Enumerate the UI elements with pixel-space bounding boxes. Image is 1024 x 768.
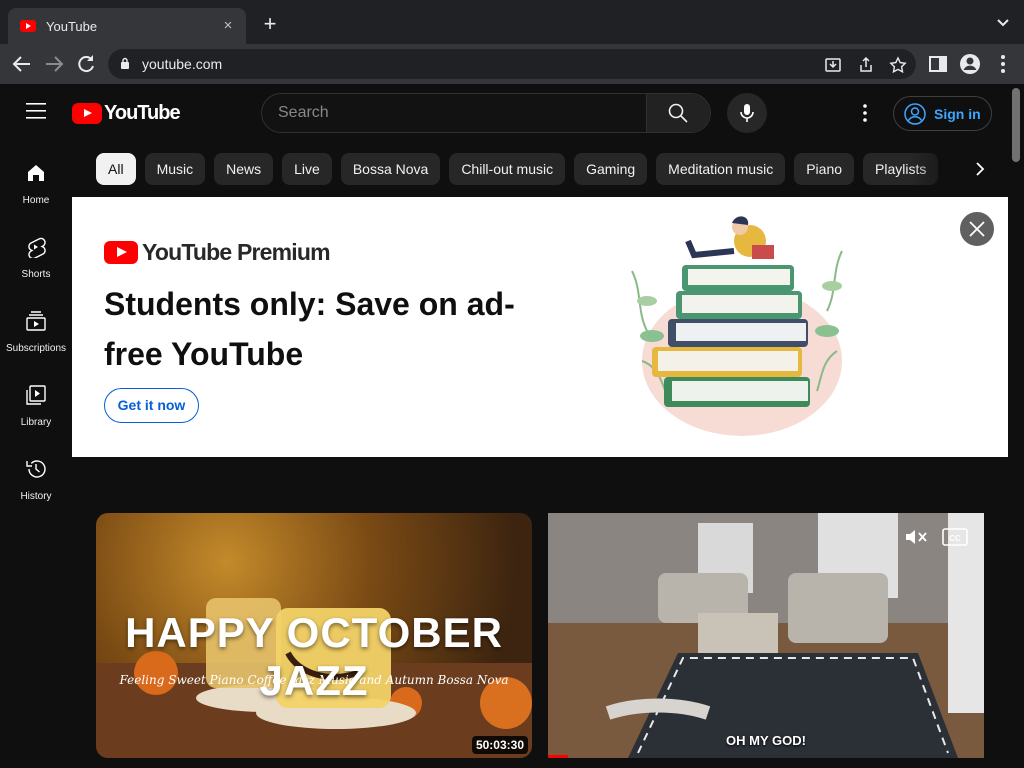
youtube-header: YouTube Search Sign in [0, 85, 1024, 141]
category-chips-bar: All Music News Live Bossa Nova Chill-out musi… [96, 153, 1000, 185]
lock-icon[interactable] [120, 57, 130, 70]
back-arrow-icon[interactable] [10, 52, 34, 76]
search-box[interactable]: Search [261, 93, 711, 133]
install-app-icon[interactable] [824, 56, 842, 74]
video-preview-player[interactable]: CC OH MY GOD! [548, 513, 984, 758]
logo-text: YouTube [104, 101, 181, 124]
voice-search-button[interactable] [727, 93, 767, 133]
search-input[interactable]: Search [262, 94, 646, 132]
browser-tab[interactable]: YouTube × [8, 8, 246, 44]
close-promo-button[interactable] [959, 211, 995, 247]
chip-live[interactable]: Live [282, 153, 332, 185]
address-bar[interactable]: youtube.com [108, 49, 916, 79]
chip-news[interactable]: News [214, 153, 274, 185]
books-reader-illustration [631, 216, 843, 436]
sidebar-item-label: Shorts [21, 269, 51, 280]
video-overlay-title: HAPPY OCTOBER JAZZ [125, 609, 503, 704]
chips-fade-overlay [910, 153, 970, 185]
video-duration-badge: 50:03:30 [471, 736, 528, 754]
chip-meditation-music[interactable]: Meditation music [656, 153, 786, 185]
svg-text:CC: CC [949, 534, 961, 543]
home-icon [28, 165, 44, 181]
close-icon [969, 221, 985, 237]
shorts-icon [28, 237, 46, 260]
sidebar-item-label: Library [20, 417, 52, 428]
video-thumbnail[interactable]: HAPPY OCTOBER JAZZ Feeling Sweet Piano C… [96, 513, 532, 758]
youtube-play-logo-icon [72, 102, 102, 124]
browser-menu-icon[interactable] [991, 52, 1015, 76]
profile-icon[interactable] [958, 52, 982, 76]
browser-tab-bar: YouTube × + [0, 0, 1024, 44]
video-overlay-subtitle: Feeling Sweet Piano Coffee Jazz Music an… [119, 673, 509, 687]
promo-headline: Students only: Save on ad-free YouTube [104, 286, 515, 372]
tab-title: YouTube [46, 18, 98, 34]
microphone-icon [740, 104, 754, 122]
sidebar-item-label: Subscriptions [5, 343, 67, 354]
search-button[interactable] [646, 94, 710, 132]
side-panel-icon[interactable] [926, 52, 950, 76]
video-caption: OH MY GOD! [726, 733, 806, 748]
chip-music[interactable]: Music [144, 153, 206, 185]
page-scrollbar[interactable] [1012, 88, 1020, 162]
account-circle-icon [904, 102, 926, 125]
get-it-now-button[interactable]: Get it now [104, 388, 199, 423]
sidebar-item-subscriptions[interactable]: Subscriptions [0, 294, 72, 368]
bookmark-star-icon[interactable] [889, 56, 907, 74]
chip-gaming[interactable]: Gaming [574, 153, 648, 185]
settings-more-icon[interactable] [855, 103, 875, 123]
youtube-favicon-icon [20, 20, 36, 32]
premium-brand-text: YouTube Premium [142, 239, 331, 265]
sign-in-label: Sign in [934, 105, 981, 122]
sidebar-item-label: Home [22, 195, 50, 206]
tab-close-icon[interactable]: × [218, 16, 238, 36]
chip-bossa-nova[interactable]: Bossa Nova [340, 153, 441, 185]
hamburger-menu-icon[interactable] [26, 103, 46, 119]
sidebar-item-history[interactable]: History [0, 442, 72, 516]
sidebar-item-shorts[interactable]: Shorts [0, 220, 72, 294]
youtube-play-logo-icon [104, 241, 138, 264]
chip-all[interactable]: All [96, 153, 136, 185]
youtube-logo[interactable]: YouTube [72, 101, 181, 124]
search-icon [668, 103, 688, 123]
reload-icon[interactable] [74, 52, 98, 76]
share-icon[interactable] [857, 56, 875, 74]
sidebar-item-home[interactable]: Home [0, 146, 72, 220]
chip-piano[interactable]: Piano [794, 153, 855, 185]
muted-volume-icon[interactable] [904, 527, 928, 547]
living-room-video-frame [548, 513, 984, 758]
sidebar-item-library[interactable]: Library [0, 368, 72, 442]
sign-in-button[interactable]: Sign in [893, 96, 992, 131]
new-tab-button[interactable]: + [258, 12, 282, 36]
library-icon [26, 385, 46, 405]
chip-chill-out-music[interactable]: Chill-out music [449, 153, 566, 185]
forward-arrow-icon[interactable] [42, 52, 66, 76]
sidebar-item-label: History [20, 491, 52, 502]
history-icon [26, 460, 46, 478]
url-text: youtube.com [142, 56, 223, 72]
subscriptions-icon [26, 311, 46, 331]
youtube-premium-logo: YouTube Premium [104, 239, 331, 266]
chevron-right-icon[interactable] [968, 153, 992, 185]
tab-search-chevron-icon[interactable] [994, 14, 1012, 32]
browser-toolbar: youtube.com [0, 44, 1024, 84]
closed-captions-icon[interactable]: CC [942, 527, 968, 547]
premium-promo-banner: YouTube Premium Students only: Save on a… [72, 197, 1008, 457]
